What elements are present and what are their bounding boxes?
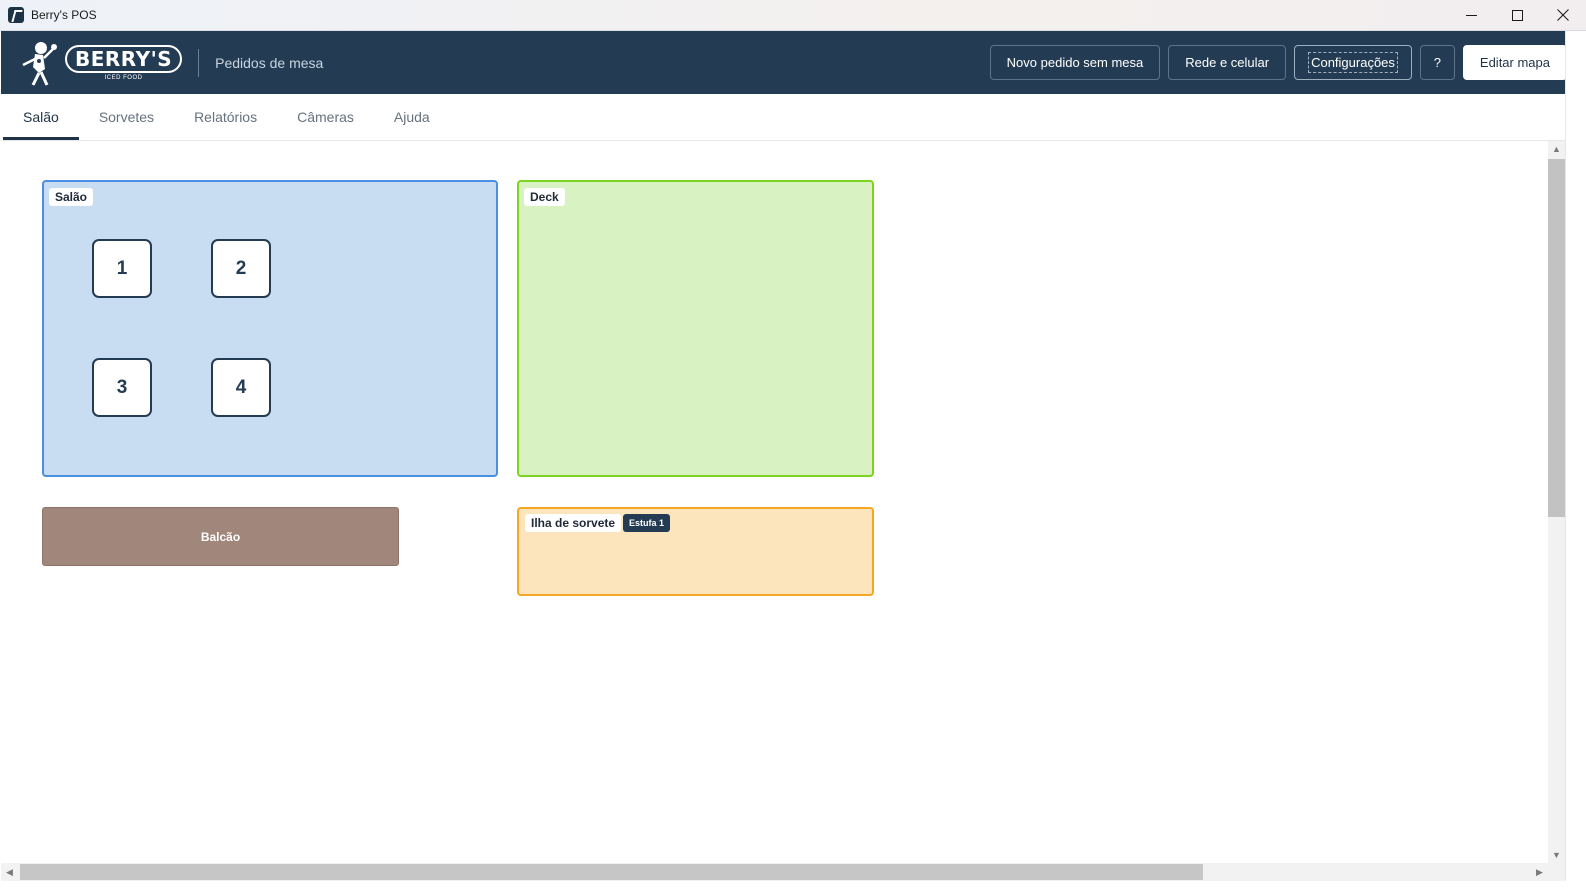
window-titlebar: Berry's POS xyxy=(0,0,1586,31)
network-button[interactable]: Rede e celular xyxy=(1168,45,1287,80)
mascot-icon xyxy=(22,41,57,86)
close-icon[interactable] xyxy=(1540,0,1586,31)
app-header: BERRY'S ICED FOOD Pedidos de mesa Novo p… xyxy=(1,31,1585,94)
settings-button[interactable]: Configurações xyxy=(1294,45,1412,80)
page-subtitle: Pedidos de mesa xyxy=(215,54,324,71)
scroll-down-icon[interactable]: ▼ xyxy=(1548,847,1565,863)
brand-logo: BERRY'S ICED FOOD xyxy=(17,31,183,94)
tab-ajuda[interactable]: Ajuda xyxy=(374,94,450,140)
floor-map: Salão 1 2 3 4 Deck Balcão Ilha de sorvet… xyxy=(1,141,1548,863)
zone-label-ilha: Ilha de sorvete xyxy=(525,514,622,532)
counter-balcao[interactable]: Balcão xyxy=(42,507,399,566)
zone-label-salao: Salão xyxy=(49,188,94,206)
estufa-badge[interactable]: Estufa 1 xyxy=(623,514,671,532)
zone-deck[interactable]: Deck xyxy=(517,180,874,477)
zone-label-deck: Deck xyxy=(524,188,565,206)
window-frame-bottom xyxy=(0,881,1586,893)
horizontal-scrollbar[interactable]: ◀ ▶ xyxy=(1,863,1548,881)
table-2[interactable]: 2 xyxy=(211,239,271,298)
vertical-scroll-thumb[interactable] xyxy=(1548,159,1565,517)
header-divider xyxy=(198,48,200,77)
tab-cameras[interactable]: Câmeras xyxy=(277,94,374,140)
tab-salao[interactable]: Salão xyxy=(3,94,79,140)
window-title: Berry's POS xyxy=(31,8,97,22)
tab-relatorios[interactable]: Relatórios xyxy=(174,94,277,140)
logo-text: BERRY'S xyxy=(65,44,183,73)
horizontal-scroll-thumb[interactable] xyxy=(20,864,1203,880)
minimize-icon[interactable] xyxy=(1448,0,1494,31)
scroll-up-icon[interactable]: ▲ xyxy=(1548,141,1565,157)
window-frame-right xyxy=(1565,31,1586,893)
scroll-right-icon[interactable]: ▶ xyxy=(1531,863,1548,881)
new-order-button[interactable]: Novo pedido sem mesa xyxy=(989,45,1161,80)
scroll-left-icon[interactable]: ◀ xyxy=(1,863,18,881)
vertical-scrollbar[interactable]: ▲ ▼ xyxy=(1548,141,1565,863)
app-icon xyxy=(8,7,24,23)
zone-ilha-de-sorvete[interactable]: Ilha de sorvete Estufa 1 xyxy=(517,507,874,596)
table-1[interactable]: 1 xyxy=(92,239,152,298)
edit-map-button[interactable]: Editar mapa xyxy=(1462,45,1567,80)
help-button[interactable]: ? xyxy=(1419,45,1455,80)
zone-salao[interactable]: Salão 1 2 3 4 xyxy=(42,180,498,477)
main-tabs: Salão Sorvetes Relatórios Câmeras Ajuda xyxy=(3,94,1585,141)
logo-subtext: ICED FOOD xyxy=(104,74,143,81)
tab-sorvetes[interactable]: Sorvetes xyxy=(79,94,174,140)
table-4[interactable]: 4 xyxy=(211,358,271,417)
table-3[interactable]: 3 xyxy=(92,358,152,417)
scrollbar-corner xyxy=(1548,863,1565,881)
window-controls xyxy=(1448,0,1586,31)
header-actions: Novo pedido sem mesa Rede e celular Conf… xyxy=(982,45,1567,80)
settings-button-label: Configurações xyxy=(1308,52,1398,73)
zone-header-ilha: Ilha de sorvete Estufa 1 xyxy=(525,514,671,532)
logo-wordmark: BERRY'S ICED FOOD xyxy=(65,44,183,81)
maximize-icon[interactable] xyxy=(1494,0,1540,31)
